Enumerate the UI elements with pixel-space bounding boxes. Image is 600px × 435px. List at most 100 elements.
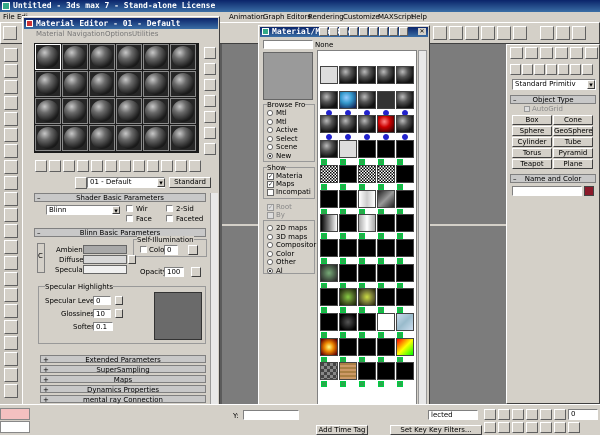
menu-maxscript[interactable]: MAXScript: [378, 13, 414, 21]
object-name-field[interactable]: [512, 186, 582, 196]
viewport-nav-icon[interactable]: [554, 422, 566, 433]
browser-thumbnail[interactable]: [358, 115, 376, 134]
left-tool-icon[interactable]: [4, 256, 18, 270]
browser-thumbnail[interactable]: [358, 313, 376, 331]
toolbar-icon-f[interactable]: [513, 26, 527, 40]
browser-thumbnail[interactable]: [358, 90, 376, 109]
self-illum-value[interactable]: 0: [164, 245, 178, 255]
left-tool-icon[interactable]: [4, 240, 18, 254]
browser-thumbnail[interactable]: [396, 214, 414, 233]
opacity-field[interactable]: 100: [164, 267, 184, 277]
object-color-swatch[interactable]: [584, 186, 594, 196]
left-tool-icon[interactable]: [4, 80, 18, 94]
viewport-nav-icon[interactable]: [498, 422, 510, 433]
diffuse-map-button[interactable]: [128, 255, 136, 264]
two-sided-checkbox[interactable]: [166, 205, 173, 212]
cylinder-button[interactable]: Cylinder: [512, 137, 552, 147]
teapot-button[interactable]: Teapot: [512, 159, 552, 169]
toolbar-icon-e[interactable]: [497, 26, 511, 40]
browser-thumbnail[interactable]: [377, 66, 395, 84]
create-category-icon[interactable]: [510, 64, 521, 75]
material-toolbar-icon[interactable]: [119, 160, 131, 172]
browser-thumbnail[interactable]: [320, 288, 338, 307]
browser-thumbnail[interactable]: [377, 214, 395, 233]
command-tab-icon[interactable]: [510, 47, 523, 59]
ambient-swatch[interactable]: [83, 245, 127, 254]
browser-thumbnail[interactable]: [320, 90, 338, 109]
face-map-checkbox[interactable]: [126, 215, 133, 222]
browser-thumbnail[interactable]: [339, 164, 357, 183]
browser-thumbnail[interactable]: [320, 66, 338, 84]
browser-toolbar-icon[interactable]: [339, 27, 348, 36]
supersampling-rollout[interactable]: + SuperSampling: [40, 365, 206, 374]
browser-thumbnail[interactable]: [320, 164, 338, 183]
render-type-icon[interactable]: [572, 26, 586, 40]
browser-thumbnail[interactable]: [396, 90, 414, 109]
maps-radio-3d-maps[interactable]: [267, 233, 273, 240]
browser-thumbnail[interactable]: [339, 263, 357, 282]
command-tab-icon[interactable]: [570, 47, 583, 59]
glossiness-field[interactable]: 10: [93, 309, 111, 318]
menu-graph-editors[interactable]: Graph Editors: [263, 13, 311, 21]
material-type-button[interactable]: Standard: [169, 177, 211, 188]
viewport-nav-icon[interactable]: [540, 422, 552, 433]
diffuse-swatch[interactable]: [83, 255, 127, 264]
left-tool-icon[interactable]: [4, 96, 18, 110]
browse-radio-selected[interactable]: [267, 135, 273, 142]
show-incompatible-checkbox[interactable]: [267, 189, 274, 196]
create-category-icon[interactable]: [534, 64, 545, 75]
material-toolbar-icon[interactable]: [63, 160, 75, 172]
browser-thumbnail[interactable]: [320, 263, 338, 282]
left-tool-icon[interactable]: [4, 336, 18, 350]
left-tool-icon[interactable]: [4, 304, 18, 318]
browser-toolbar-icon[interactable]: [319, 27, 328, 36]
left-tool-icon[interactable]: [4, 48, 18, 62]
browser-toolbar-icon[interactable]: [329, 27, 338, 36]
add-time-tag-button[interactable]: Add Time Tag: [316, 425, 368, 435]
left-tool-icon[interactable]: [4, 208, 18, 222]
menu-file[interactable]: File: [3, 13, 15, 21]
create-category-icon[interactable]: [570, 64, 581, 75]
browser-thumbnail[interactable]: [320, 214, 338, 233]
spec-level-field[interactable]: 0: [93, 296, 111, 305]
toolbar-icon-a[interactable]: [433, 26, 447, 40]
primitive-type-select[interactable]: Standard Primitiv: [512, 79, 596, 90]
viewport-nav-icon[interactable]: [484, 422, 496, 433]
browse-radio-scene[interactable]: [267, 144, 273, 150]
left-tool-icon[interactable]: [4, 272, 18, 286]
maps-radio-compositors[interactable]: [267, 242, 273, 248]
left-tool-icon[interactable]: [4, 368, 18, 382]
browser-thumbnail[interactable]: [320, 238, 338, 257]
sample-side-icon[interactable]: [204, 127, 216, 139]
toolbar-icon-b[interactable]: [449, 26, 463, 40]
sample-side-icon[interactable]: [204, 111, 216, 123]
name-color-rollout[interactable]: – Name and Color: [510, 174, 596, 183]
shader-dropdown-arrow[interactable]: ▾: [112, 206, 120, 215]
command-tab-icon[interactable]: [555, 47, 568, 59]
browser-thumbnail[interactable]: [358, 189, 376, 208]
browser-thumbnail[interactable]: [396, 66, 414, 84]
glossiness-map[interactable]: [115, 309, 123, 318]
material-toolbar-icon[interactable]: [49, 160, 61, 172]
playback-icon[interactable]: [484, 409, 496, 420]
browser-thumbnail[interactable]: [358, 362, 376, 381]
shader-basic-params-rollout[interactable]: – Shader Basic Parameters: [34, 193, 206, 202]
browse-radio-mtl-editor[interactable]: [267, 118, 273, 125]
browser-thumbnail[interactable]: [377, 115, 395, 134]
sphere-button[interactable]: Sphere: [512, 126, 552, 136]
sample-side-icon[interactable]: [204, 79, 216, 91]
browser-thumbnail[interactable]: [320, 140, 338, 159]
browser-thumbnail[interactable]: [396, 140, 414, 159]
create-category-icon[interactable]: [522, 64, 533, 75]
browser-toolbar-icon[interactable]: [349, 27, 358, 36]
browser-toolbar-icon[interactable]: [389, 27, 398, 36]
browser-thumbnail[interactable]: [396, 263, 414, 282]
maps-rollout[interactable]: + Maps: [40, 375, 206, 384]
sample-side-icon[interactable]: [204, 63, 216, 75]
torus-button[interactable]: Torus: [512, 148, 552, 158]
create-category-icon[interactable]: [582, 64, 593, 75]
browser-thumbnail[interactable]: [396, 313, 414, 331]
material-toolbar-icon[interactable]: [133, 160, 145, 172]
browser-thumbnail[interactable]: [320, 189, 338, 208]
dynamics-rollout[interactable]: + Dynamics Properties: [40, 385, 206, 394]
